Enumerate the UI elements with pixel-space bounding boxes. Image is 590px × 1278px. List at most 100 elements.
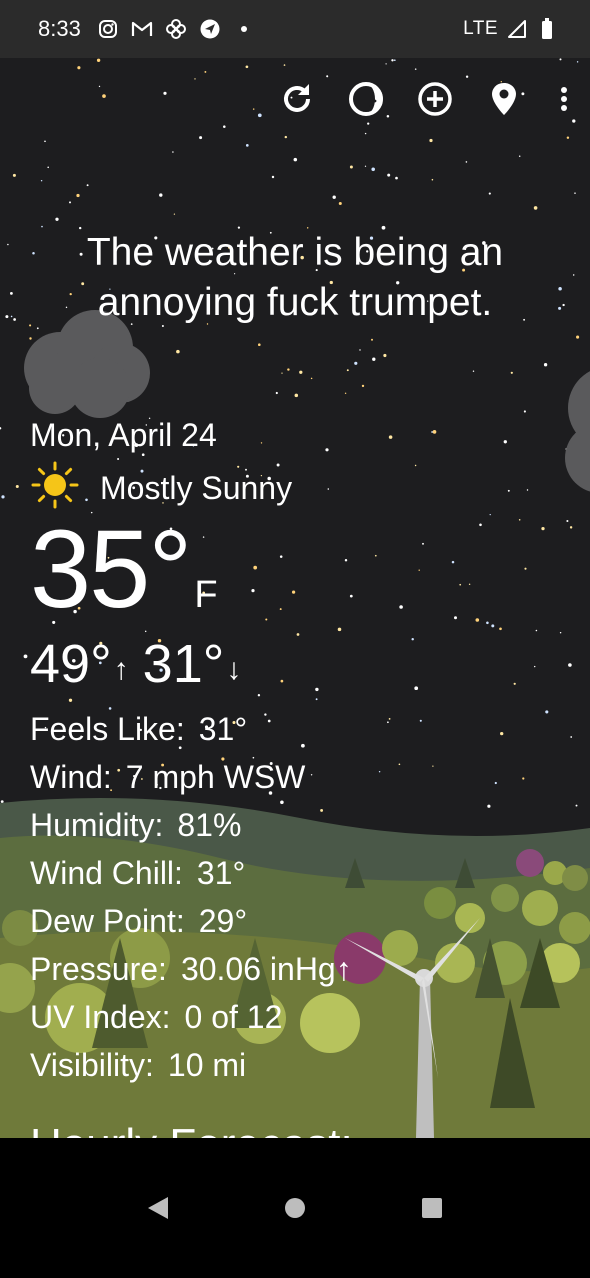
star xyxy=(518,519,521,521)
star xyxy=(454,616,457,620)
current-conditions: Mon, April 24 Mostly Sunny 35° F 49° ↑ 3… xyxy=(30,414,352,1089)
high-temperature: 49° xyxy=(30,634,112,694)
current-temperature: 35° xyxy=(30,508,192,631)
detail-value: 81% xyxy=(177,807,242,843)
star xyxy=(451,560,455,564)
detail-humidity: Humidity: 81% xyxy=(30,801,352,849)
star xyxy=(294,393,299,398)
detail-value: 31° xyxy=(196,855,246,891)
star xyxy=(503,440,507,444)
star xyxy=(0,800,4,804)
star xyxy=(293,157,298,162)
detail-uv-index: UV Index: 0 of 12 xyxy=(30,993,352,1041)
condition-row: Mostly Sunny xyxy=(30,460,352,515)
star xyxy=(223,125,226,128)
star xyxy=(40,179,43,182)
star xyxy=(102,94,106,98)
pinwheel-icon xyxy=(165,18,187,40)
star xyxy=(338,201,342,206)
star xyxy=(12,173,16,177)
star xyxy=(383,353,387,358)
detail-label: Wind Chill: xyxy=(30,855,183,891)
status-bar: 8:33 LTE xyxy=(0,0,590,58)
refresh-icon[interactable] xyxy=(278,80,316,118)
star xyxy=(271,175,275,179)
detail-dew-point: Dew Point: 29° xyxy=(30,897,352,945)
star xyxy=(364,132,367,135)
moon-phase-icon[interactable] xyxy=(347,80,385,118)
add-location-icon[interactable] xyxy=(416,80,454,118)
star xyxy=(13,318,16,321)
recents-icon[interactable] xyxy=(412,1188,452,1228)
star xyxy=(76,193,80,198)
star xyxy=(487,804,491,808)
home-icon[interactable] xyxy=(275,1188,315,1228)
star xyxy=(29,337,32,340)
star xyxy=(543,363,548,367)
star xyxy=(326,75,329,78)
status-right: LTE xyxy=(463,18,558,40)
star xyxy=(23,654,28,659)
star xyxy=(372,357,376,361)
navigation-bar xyxy=(0,1138,590,1278)
star xyxy=(283,64,286,66)
star xyxy=(359,349,361,351)
star xyxy=(354,361,358,365)
star xyxy=(332,195,336,199)
detail-label: Wind: xyxy=(30,759,112,795)
star xyxy=(399,605,403,609)
star xyxy=(570,736,573,738)
star xyxy=(566,519,569,523)
star xyxy=(533,206,538,210)
star xyxy=(568,663,572,667)
star xyxy=(388,718,391,720)
condition-text: Mostly Sunny xyxy=(100,469,293,506)
star xyxy=(432,430,437,434)
detail-label: Visibility: xyxy=(30,1047,154,1083)
star xyxy=(576,61,579,63)
network-label: LTE xyxy=(463,18,498,39)
star xyxy=(77,66,81,70)
detail-value: 29° xyxy=(198,903,248,939)
star xyxy=(371,338,373,341)
detail-value: 30.06 inHg↑ xyxy=(180,951,352,987)
detail-value: 31° xyxy=(198,711,248,747)
cloud-right xyxy=(565,371,590,492)
weather-details: Feels Like: 31° Wind: 7 mph WSW Humidity: 8… xyxy=(30,705,352,1089)
star xyxy=(486,621,489,625)
detail-visibility: Visibility: 10 mi xyxy=(30,1041,352,1089)
star xyxy=(204,70,207,73)
star xyxy=(419,719,422,722)
star xyxy=(367,122,370,125)
star xyxy=(398,763,401,766)
low-temperature: 31° xyxy=(142,634,225,694)
detail-value: 0 of 12 xyxy=(184,999,283,1035)
star xyxy=(194,78,196,80)
star xyxy=(418,569,420,571)
star xyxy=(422,542,424,545)
star xyxy=(98,85,101,88)
star xyxy=(47,166,49,169)
star xyxy=(465,161,468,163)
detail-label: Feels Like: xyxy=(30,711,185,747)
star xyxy=(86,184,89,187)
star xyxy=(374,554,377,557)
star xyxy=(534,665,536,668)
star xyxy=(559,58,562,61)
location-pin-icon[interactable] xyxy=(485,80,523,118)
detail-label: Pressure: xyxy=(30,951,167,987)
star xyxy=(387,173,391,177)
toolbar xyxy=(278,80,574,118)
star xyxy=(245,65,249,69)
star xyxy=(465,75,469,78)
back-icon[interactable] xyxy=(138,1188,178,1228)
more-vert-icon[interactable] xyxy=(554,80,574,118)
high-low-row: 49° ↑ 31° ↓ xyxy=(30,633,352,695)
star xyxy=(378,770,381,773)
star xyxy=(559,631,562,634)
detail-pressure: Pressure: 30.06 inHg↑ xyxy=(30,945,352,993)
star xyxy=(541,526,545,531)
star xyxy=(257,113,262,118)
signal-icon xyxy=(506,18,528,40)
detail-value: 7 mph WSW xyxy=(125,759,306,795)
